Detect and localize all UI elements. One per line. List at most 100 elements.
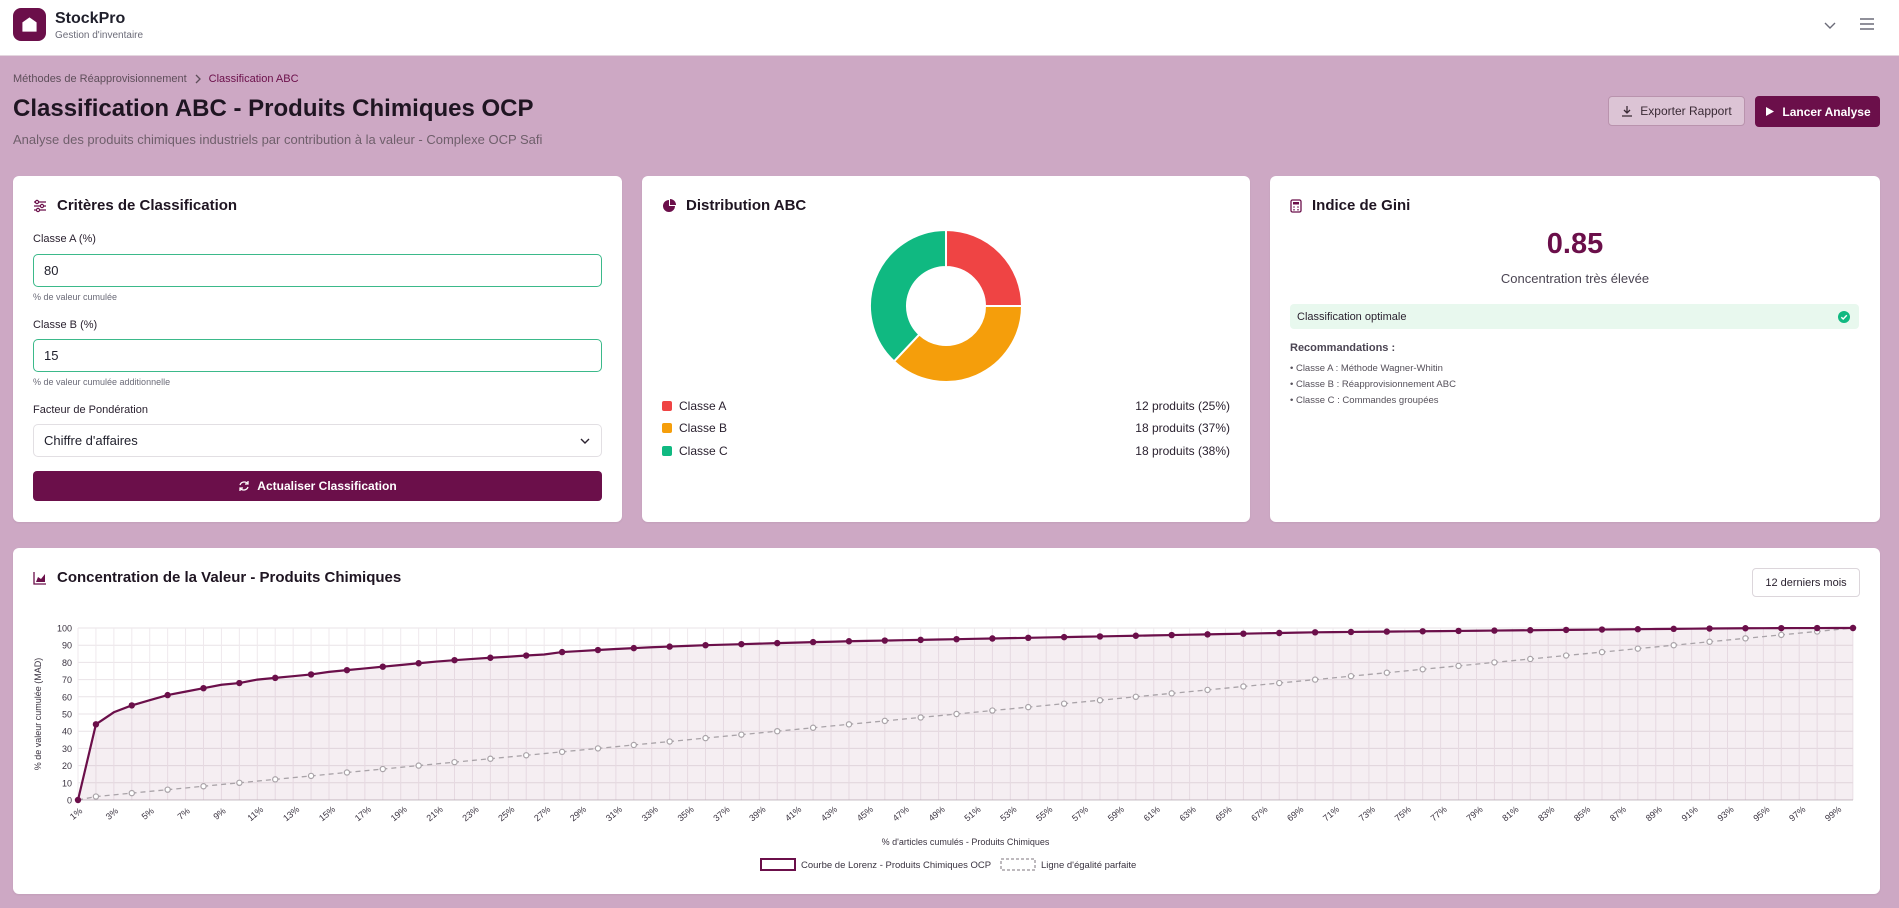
y-tick-label: 30 (62, 744, 72, 754)
equality-point (917, 714, 924, 721)
lorenz-point (487, 654, 494, 661)
equality-point (379, 765, 386, 773)
lorenz-point (1168, 631, 1175, 639)
weighting-select[interactable]: Chiffre d'affaires (33, 424, 602, 457)
lorenz-point (809, 638, 817, 646)
gini-title-text: Indice de Gini (1312, 197, 1411, 214)
x-tick-label: 17% (353, 804, 373, 823)
lorenz-point (953, 635, 960, 643)
x-tick-label: 61% (1142, 804, 1162, 823)
abc-donut-chart (869, 228, 1024, 383)
x-axis-label: % d'articles cumulés - Produits Chimique… (882, 837, 1050, 847)
equality-point (594, 745, 602, 752)
x-tick-label: 43% (819, 804, 839, 823)
equality-point (487, 755, 494, 762)
x-tick-label: 89% (1644, 804, 1664, 823)
lorenz-point (164, 691, 171, 699)
class-a-input[interactable] (33, 254, 602, 287)
y-tick-label: 100 (57, 624, 72, 634)
chevron-down-icon[interactable] (1822, 17, 1838, 33)
weighting-select-value: Chiffre d'affaires (44, 433, 138, 448)
legend-count-a: 12 produits (25%) (1135, 399, 1230, 413)
lorenz-point (1025, 634, 1032, 642)
gini-value: 0.85 (1546, 228, 1604, 260)
legend-label-lorenz: Courbe de Lorenz - Produits Chimiques OC… (801, 860, 991, 871)
x-tick-label: 65% (1213, 804, 1233, 823)
weighting-label: Facteur de Pondération (33, 404, 148, 416)
equality-point (702, 734, 709, 742)
equality-point (1204, 686, 1211, 694)
classification-status-text: Classification optimale (1297, 310, 1407, 323)
lorenz-point (1383, 628, 1391, 635)
x-tick-label: 59% (1106, 804, 1126, 823)
equality-point (1778, 631, 1785, 639)
lorenz-point (1240, 630, 1247, 637)
lorenz-point (92, 721, 100, 728)
equality-point (953, 710, 960, 718)
donut-slice-classe-c (869, 228, 947, 363)
class-a-help: % de valeur cumulée (33, 292, 118, 302)
breadcrumb-parent[interactable]: Méthodes de Réapprovisionnement (13, 73, 187, 85)
menu-icon[interactable] (1858, 15, 1876, 33)
x-tick-label: 57% (1070, 804, 1090, 823)
x-tick-label: 37% (711, 804, 731, 823)
equality-point (1060, 700, 1068, 707)
x-tick-label: 49% (927, 804, 947, 823)
app-subtitle: Gestion d'inventaire (55, 30, 144, 41)
chevron-down-icon (580, 438, 590, 444)
class-b-label: Classe B (%) (33, 319, 98, 331)
equality-point (236, 779, 243, 786)
x-tick-label: 71% (1321, 804, 1341, 823)
y-tick-label: 70 (62, 675, 72, 685)
legend-swatch-equality (1000, 858, 1036, 871)
period-select-label: 12 derniers mois (1765, 576, 1847, 589)
distribution-card: Distribution ABC Classe A 12 produits (2… (642, 176, 1250, 522)
y-tick-label: 80 (62, 658, 72, 668)
x-tick-label: 9% (211, 806, 227, 822)
lorenz-point (774, 639, 781, 647)
lorenz-point (1527, 627, 1534, 634)
legend-swatch-b (662, 423, 672, 433)
export-report-button[interactable]: Exporter Rapport (1608, 96, 1745, 126)
home-icon[interactable] (13, 8, 46, 41)
recommendation-item: • Classe C : Commandes groupées (1290, 395, 1439, 406)
equality-point (1096, 697, 1104, 704)
lorenz-point (630, 644, 638, 652)
calculator-icon (1290, 198, 1302, 213)
equality-point (738, 731, 745, 738)
period-select[interactable]: 12 derniers mois (1752, 568, 1860, 597)
legend-label-a: Classe A (679, 399, 727, 413)
x-tick-label: 25% (496, 804, 516, 823)
refresh-classification-button[interactable]: Actualiser Classification (33, 471, 602, 501)
equality-point (1598, 648, 1606, 656)
lorenz-point (845, 638, 853, 645)
class-b-input[interactable] (33, 339, 602, 372)
equality-point (1276, 679, 1283, 687)
x-tick-label: 67% (1249, 804, 1269, 823)
lorenz-point (594, 646, 602, 654)
criteria-title: Critères de Classification (33, 197, 237, 214)
x-tick-label: 99% (1823, 804, 1843, 823)
lorenz-point (379, 663, 386, 670)
lorenz-point (1634, 626, 1642, 633)
lorenz-point (1204, 631, 1211, 638)
gini-label: Concentration très élevée (1500, 271, 1650, 286)
x-tick-label: 27% (532, 804, 552, 823)
equality-point (1132, 693, 1140, 701)
x-tick-label: 95% (1751, 804, 1771, 823)
x-tick-label: 19% (389, 804, 409, 823)
equality-point (666, 738, 673, 745)
x-tick-label: 15% (317, 804, 337, 823)
lorenz-point (917, 636, 924, 644)
page-subtitle: Analyse des produits chimiques industrie… (13, 132, 543, 147)
x-tick-label: 31% (604, 804, 624, 823)
y-tick-label: 50 (62, 710, 72, 720)
lorenz-point (1455, 627, 1462, 635)
launch-analysis-button[interactable]: Lancer Analyse (1755, 96, 1880, 127)
lorenz-point (1706, 625, 1713, 632)
x-tick-label: 7% (175, 806, 191, 822)
legend-label-b: Classe B (679, 421, 728, 435)
equality-point (630, 741, 638, 749)
export-report-label: Exporter Rapport (1640, 104, 1732, 118)
y-tick-label: 0 (67, 796, 72, 806)
